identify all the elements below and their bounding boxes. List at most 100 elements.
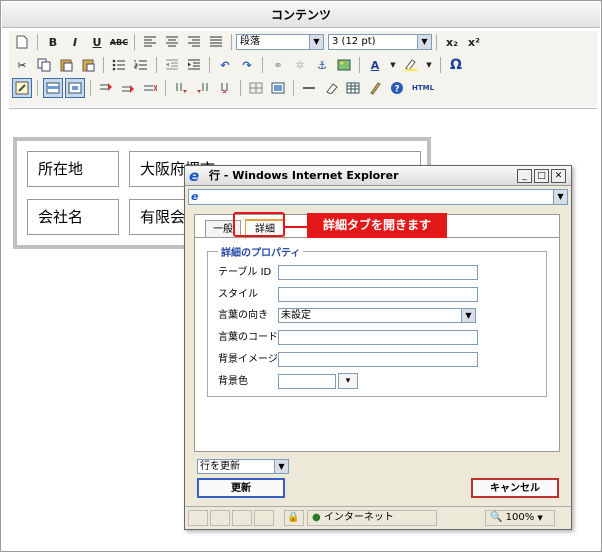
outdent-icon[interactable] <box>162 55 182 75</box>
background-color-input[interactable] <box>278 374 336 389</box>
toolbar-row-1: B I U ABC 段落 ▼ 3 (12 pt) ▼ x₂ x² <box>11 31 485 53</box>
close-button[interactable]: ✕ <box>551 169 566 183</box>
chevron-down-icon[interactable]: ▼ <box>553 190 567 204</box>
toolbar-separator <box>209 57 210 73</box>
zoom-control[interactable]: 🔍 100% ▼ <box>485 510 555 526</box>
toolbar-row-2: ✂ ↶ ↷ ⚭ ✲ ⚓ A ▼ ▼ Ω <box>11 54 467 76</box>
text-direction-value: 未設定 <box>281 310 311 321</box>
merge-cells-icon[interactable] <box>268 78 288 98</box>
html-source-button[interactable]: HTML <box>409 78 437 98</box>
format-select-value: 段落 <box>240 36 260 47</box>
delete-col-icon[interactable] <box>215 78 235 98</box>
cut-icon[interactable]: ✂ <box>12 55 32 75</box>
zoom-level: 100% <box>505 512 535 523</box>
minimize-button[interactable]: _ <box>517 169 532 183</box>
align-left-icon[interactable] <box>140 32 160 52</box>
security-zone: ● インターネット <box>307 510 437 526</box>
update-scope-value: 行を更新 <box>200 461 240 472</box>
toolbar-separator <box>436 34 437 50</box>
cancel-button[interactable]: キャンセル <box>471 478 559 498</box>
cell-properties-icon[interactable] <box>65 78 85 98</box>
table-id-input[interactable] <box>278 265 478 280</box>
table-icon[interactable] <box>343 78 363 98</box>
chevron-down-icon: ▼ <box>537 514 543 522</box>
paste-text-icon[interactable] <box>78 55 98 75</box>
chevron-down-icon: ▼ <box>417 35 431 49</box>
undo-icon[interactable]: ↶ <box>215 55 235 75</box>
update-scope-select[interactable]: 行を更新 ▼ <box>197 459 289 474</box>
row-properties-icon[interactable] <box>43 78 63 98</box>
image-icon[interactable] <box>334 55 354 75</box>
eraser-icon[interactable] <box>321 78 341 98</box>
unlink-icon[interactable]: ✲ <box>290 55 310 75</box>
toolbar-separator <box>37 80 38 96</box>
table-cell[interactable]: 会社名 <box>27 199 119 235</box>
chevron-down-icon[interactable]: ▼ <box>423 55 435 75</box>
language-code-input[interactable] <box>278 330 478 345</box>
callout-connector <box>285 226 307 228</box>
background-image-input[interactable] <box>278 352 478 367</box>
split-cells-icon[interactable] <box>246 78 266 98</box>
toolbar-separator <box>37 34 38 50</box>
align-justify-icon[interactable] <box>206 32 226 52</box>
subscript-button[interactable]: x₂ <box>442 32 462 52</box>
zoom-icon: 🔍 <box>490 512 503 523</box>
indent-icon[interactable] <box>184 55 204 75</box>
toolbar-separator <box>440 57 441 73</box>
bullet-list-icon[interactable] <box>109 55 129 75</box>
detail-properties-fieldset: 詳細のプロパティ テーブル ID スタイル 言葉の向き 未設定 ▼ 言葉のコード… <box>207 244 547 397</box>
bold-button[interactable]: B <box>43 32 63 52</box>
globe-icon: ● <box>312 512 321 523</box>
link-icon[interactable]: ⚭ <box>268 55 288 75</box>
redo-icon[interactable]: ↷ <box>237 55 257 75</box>
delete-row-icon[interactable] <box>140 78 160 98</box>
popup-title: 行 - Windows Internet Explorer <box>209 169 399 182</box>
horizontal-rule-icon[interactable] <box>299 78 319 98</box>
superscript-button[interactable]: x² <box>464 32 484 52</box>
underline-button[interactable]: U <box>87 32 107 52</box>
special-char-button[interactable]: Ω <box>446 55 466 75</box>
edit-visual-aid-icon[interactable] <box>12 78 32 98</box>
status-bar: 🔒 ● インターネット 🔍 100% ▼ <box>185 506 571 528</box>
font-size-select[interactable]: 3 (12 pt) ▼ <box>328 34 432 50</box>
align-center-icon[interactable] <box>162 32 182 52</box>
copy-icon[interactable] <box>34 55 54 75</box>
numbered-list-icon[interactable] <box>131 55 151 75</box>
strikethrough-button[interactable]: ABC <box>109 32 129 52</box>
align-right-icon[interactable] <box>184 32 204 52</box>
callout-label: 詳細タブを開きます <box>307 213 447 238</box>
insert-row-before-icon[interactable] <box>96 78 116 98</box>
toolbar-separator <box>134 34 135 50</box>
popup-title-bar[interactable]: e 行 - Windows Internet Explorer <box>185 166 571 186</box>
chevron-down-icon[interactable]: ▼ <box>387 55 399 75</box>
toolbar-separator <box>293 80 294 96</box>
highlight-color-icon[interactable] <box>401 55 421 75</box>
style-input[interactable] <box>278 287 478 302</box>
new-document-icon[interactable] <box>12 32 32 52</box>
color-picker-icon[interactable]: ▾ <box>338 373 358 389</box>
italic-button[interactable]: I <box>65 32 85 52</box>
panel-title: コンテンツ <box>2 2 600 28</box>
svg-text:?: ? <box>394 85 399 95</box>
toolbar-separator <box>231 34 232 50</box>
paste-icon[interactable] <box>56 55 76 75</box>
text-direction-select[interactable]: 未設定 ▼ <box>278 308 476 323</box>
lock-icon: 🔒 <box>284 510 304 526</box>
format-select[interactable]: 段落 ▼ <box>236 34 324 50</box>
font-size-select-value: 3 (12 pt) <box>332 36 376 47</box>
ie-logo-icon: e <box>189 167 200 185</box>
status-cell <box>232 510 252 526</box>
anchor-icon[interactable]: ⚓ <box>312 55 332 75</box>
insert-col-before-icon[interactable] <box>171 78 191 98</box>
status-cell <box>188 510 208 526</box>
insert-col-after-icon[interactable] <box>193 78 213 98</box>
font-color-button[interactable]: A <box>365 55 385 75</box>
help-icon[interactable]: ? <box>387 78 407 98</box>
cleanup-icon[interactable] <box>365 78 385 98</box>
address-bar[interactable]: e ▼ <box>188 189 568 205</box>
table-cell[interactable]: 所在地 <box>27 151 119 187</box>
insert-row-after-icon[interactable] <box>118 78 138 98</box>
maximize-button[interactable]: □ <box>534 169 549 183</box>
ie-page-icon: e <box>191 190 199 203</box>
update-button[interactable]: 更新 <box>197 478 285 498</box>
